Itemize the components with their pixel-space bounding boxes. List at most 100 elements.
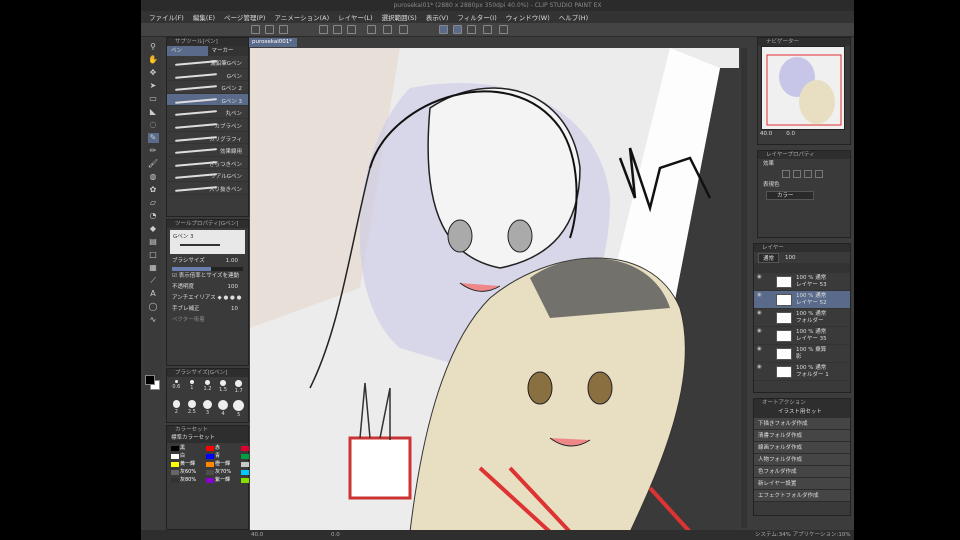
color-swatch[interactable]: 灰70% — [205, 469, 239, 476]
decoration-icon[interactable]: ✿ — [148, 185, 159, 195]
layer-row[interactable]: ◉ 100 % 通常 フォルダー 1 — [754, 363, 850, 381]
document-tab[interactable]: purosekai001* — [249, 38, 297, 47]
auto-action-set-select[interactable]: イラスト用セット — [754, 407, 850, 418]
brush-size-preset[interactable]: 2.5 — [185, 399, 200, 418]
stabilization-value[interactable]: 10 — [231, 304, 238, 315]
brush-size-preset[interactable]: 0.6 — [169, 379, 184, 398]
gradient-icon[interactable]: ▤ — [148, 237, 159, 247]
brush-size-preset[interactable]: 1.5 — [216, 379, 231, 398]
brush-size-preset[interactable]: 1.7 — [231, 379, 246, 398]
eraser-icon[interactable]: ▱ — [148, 198, 159, 208]
pencil-tool-icon[interactable]: ✏ — [148, 146, 159, 156]
menu-edit[interactable]: 編集(E) — [193, 12, 215, 22]
color-swatch[interactable]: 灰80% — [170, 477, 204, 484]
menu-page[interactable]: ページ管理(P) — [224, 12, 265, 22]
brush-item[interactable]: リアルGペン — [167, 169, 248, 182]
brush-item[interactable]: ざらつきペン — [167, 157, 248, 170]
snap-special-icon[interactable] — [453, 25, 462, 34]
effect-color-icon[interactable] — [804, 170, 812, 178]
undo-icon[interactable] — [319, 25, 328, 34]
deselect-icon[interactable] — [383, 25, 392, 34]
redo-icon[interactable] — [333, 25, 342, 34]
layer-row[interactable]: ◉ 100 % 通常 フォルダー — [754, 309, 850, 327]
snap-grid-icon[interactable] — [467, 25, 476, 34]
brush-size-preset[interactable]: 4 — [216, 399, 231, 418]
zoom-tool-icon[interactable]: ⚲ — [148, 42, 159, 52]
auto-action-item[interactable]: 下描きフォルダ作成 — [754, 418, 850, 430]
menu-filter[interactable]: フィルター(I) — [457, 12, 496, 22]
text-tool-icon[interactable]: A — [148, 289, 159, 299]
vector-row[interactable]: ベクター吸着 — [167, 315, 248, 326]
layer-row[interactable]: ◉ 100 % 乗算 影 — [754, 345, 850, 363]
eye-icon[interactable]: ◉ — [757, 346, 762, 352]
zoom-link-row[interactable]: ☑ 表示倍率とサイズを連動 — [167, 271, 248, 282]
airbrush-icon[interactable]: ◍ — [148, 172, 159, 182]
brush-size-preset[interactable]: 3 — [200, 399, 215, 418]
tab-marker[interactable]: マーカー — [207, 46, 248, 56]
fill-tool-icon[interactable]: ◆ — [148, 224, 159, 234]
menu-window[interactable]: ウィンドウ(W) — [506, 12, 550, 22]
color-swatch[interactable]: 黒 — [170, 445, 204, 452]
color-swatch[interactable]: 黄一輝 — [170, 461, 204, 468]
status-angle[interactable]: 0.0 — [331, 530, 340, 540]
line-correction-icon[interactable]: ∿ — [148, 315, 159, 325]
eye-icon[interactable]: ◉ — [757, 364, 762, 370]
brush-tool-icon[interactable]: 🖌 — [148, 159, 159, 169]
figure-tool-icon[interactable]: □ — [148, 250, 159, 260]
navigator-zoom[interactable]: 40.0 — [760, 131, 772, 139]
antialias-row[interactable]: アンチエイリアス ◆ ● ● ● — [167, 293, 248, 304]
navigator-angle[interactable]: 0.0 — [786, 131, 795, 139]
brush-size-preset[interactable]: 5 — [231, 399, 246, 418]
brush-item[interactable]: Gペン 2 — [167, 81, 248, 94]
auto-action-item[interactable]: エフェクトフォルダ作成 — [754, 490, 850, 502]
effect-tone-icon[interactable] — [793, 170, 801, 178]
layer-opacity-value[interactable]: 100 — [785, 255, 796, 261]
export-icon[interactable] — [483, 25, 492, 34]
brush-size-preset[interactable]: 2 — [169, 399, 184, 418]
color-swatch[interactable]: 橙一輝 — [205, 461, 239, 468]
menu-view[interactable]: 表示(V) — [426, 12, 449, 22]
color-swatch[interactable]: 青 — [205, 453, 239, 460]
fill-icon[interactable] — [399, 25, 408, 34]
brush-size-preset[interactable]: 1.2 — [200, 379, 215, 398]
auto-action-item[interactable]: 新レイヤー設置 — [754, 478, 850, 490]
effect-border-icon[interactable] — [782, 170, 790, 178]
navigator-preview[interactable] — [761, 46, 845, 130]
snap-ruler-icon[interactable] — [439, 25, 448, 34]
blend-tool-icon[interactable]: ◔ — [148, 211, 159, 221]
operation-tool-icon[interactable]: ➤ — [148, 81, 159, 91]
drawing-canvas[interactable] — [250, 48, 739, 532]
canvas-vertical-scrollbar[interactable] — [741, 48, 747, 528]
menu-help[interactable]: ヘルプ(H) — [559, 12, 588, 22]
menu-animation[interactable]: アニメーション(A) — [274, 12, 329, 22]
status-zoom[interactable]: 40.0 — [251, 530, 263, 540]
brush-item[interactable]: 効果線用 — [167, 144, 248, 157]
brush-item[interactable]: Gペン — [167, 69, 248, 82]
eyedropper-icon[interactable]: ◣ — [148, 107, 159, 117]
save-icon[interactable] — [279, 25, 288, 34]
pen-tool-icon[interactable]: ✎ — [147, 133, 159, 143]
brush-size-preset[interactable]: 1 — [185, 379, 200, 398]
auto-action-item[interactable]: 人物フォルダ作成 — [754, 454, 850, 466]
color-swatch[interactable]: 紫一輝 — [205, 477, 239, 484]
menu-file[interactable]: ファイル(F) — [149, 12, 184, 22]
clear-icon[interactable] — [347, 25, 356, 34]
effect-extract-icon[interactable] — [815, 170, 823, 178]
auto-action-item[interactable]: 線画フォルダ作成 — [754, 442, 850, 454]
color-swatch[interactable]: 赤 — [205, 445, 239, 452]
layer-row[interactable]: ◉ 100 % 通常 レイヤー 52 — [754, 291, 850, 309]
auto-action-item[interactable]: 色フォルダ作成 — [754, 466, 850, 478]
brush-item[interactable]: カリグラフィ — [167, 132, 248, 145]
eye-icon[interactable]: ◉ — [757, 328, 762, 334]
menu-layer[interactable]: レイヤー(L) — [338, 12, 373, 22]
menu-selection[interactable]: 選択範囲(S) — [382, 12, 417, 22]
lasso-icon[interactable]: ◌ — [148, 120, 159, 130]
tab-pen[interactable]: ペン — [167, 46, 208, 56]
opacity-value[interactable]: 100 — [228, 282, 239, 293]
color-swatch[interactable]: 白 — [170, 453, 204, 460]
transform-icon[interactable] — [367, 25, 376, 34]
brush-item[interactable]: 入り抜きペン — [167, 182, 248, 195]
color-swatch[interactable]: 灰60% — [170, 469, 204, 476]
eye-icon[interactable]: ◉ — [757, 310, 762, 316]
layer-row[interactable]: ◉ 100 % 通常 レイヤー 35 — [754, 327, 850, 345]
